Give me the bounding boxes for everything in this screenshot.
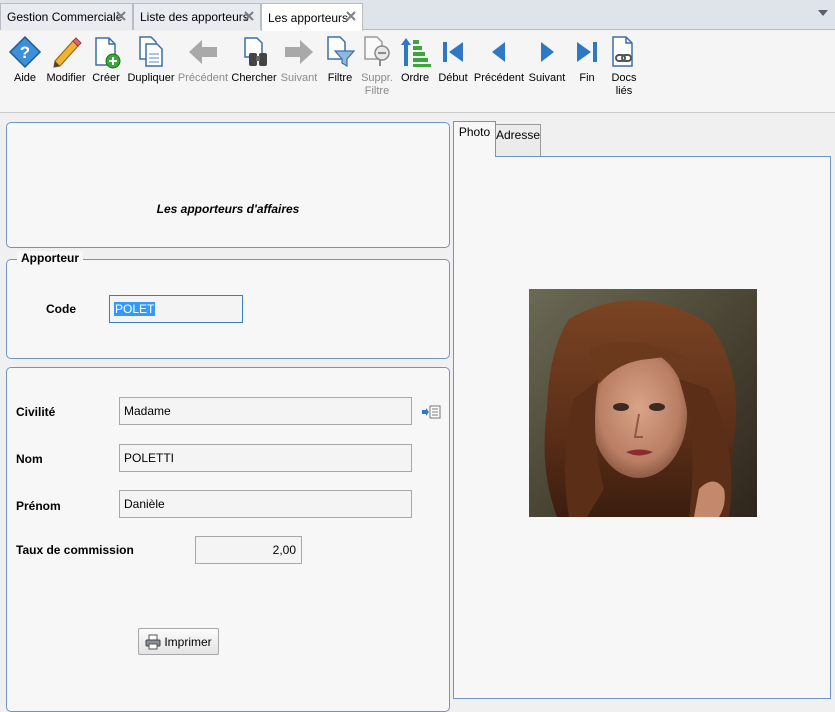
- filtre-label: Filtre: [327, 72, 353, 84]
- details-panel: Civilité Madame Nom POLETTI Prénom Daniè…: [6, 367, 450, 712]
- creer-button[interactable]: Créer: [89, 35, 123, 85]
- modifier-button[interactable]: Modifier: [45, 35, 87, 85]
- sort-icon: [401, 38, 431, 67]
- contact-photo: [529, 289, 757, 517]
- suivant-disabled-label: Suivant: [280, 72, 318, 84]
- photo-pane: [453, 156, 831, 699]
- toolbar: ? Aide Modifier Créer Dupliquer Précéden…: [0, 31, 835, 113]
- taux-label: Taux de commission: [16, 543, 134, 557]
- apporteur-legend: Apporteur: [17, 251, 83, 265]
- dupliquer-label: Dupliquer: [127, 72, 175, 84]
- docs-lies-label-line1: Docs: [611, 72, 637, 84]
- last-record-icon: [577, 42, 597, 62]
- prenom-field[interactable]: Danièle: [119, 490, 412, 518]
- duplicate-icon: [139, 36, 163, 67]
- close-icon[interactable]: [243, 10, 255, 22]
- taux-commission-field[interactable]: 2,00: [195, 536, 302, 564]
- civilite-label: Civilité: [16, 405, 56, 419]
- previous-record-icon: [492, 42, 505, 62]
- code-label: Code: [46, 302, 76, 316]
- first-record-icon: [443, 42, 463, 62]
- tab-gestion-commerciale[interactable]: Gestion Commerciale: [0, 3, 133, 30]
- page-title: Les apporteurs d'affaires: [156, 202, 300, 216]
- suivant-disabled-button[interactable]: Suivant: [279, 35, 319, 85]
- aide-button[interactable]: ? Aide: [8, 35, 42, 85]
- code-value: POLET: [114, 302, 156, 316]
- portrait-image: [529, 289, 757, 517]
- debut-label: Début: [438, 72, 468, 84]
- help-icon: ?: [8, 35, 42, 69]
- chercher-button[interactable]: Chercher: [231, 35, 277, 85]
- pencil-icon: [53, 37, 82, 68]
- suppr-filtre-button[interactable]: Suppr. Filtre: [359, 35, 395, 98]
- civilite-field[interactable]: Madame: [119, 397, 412, 425]
- fin-label: Fin: [579, 72, 595, 84]
- precedent-disabled-label: Précédent: [177, 72, 229, 84]
- tab-label: Gestion Commerciale: [7, 10, 123, 24]
- right-arrow-icon: [285, 40, 313, 64]
- debut-button[interactable]: Début: [437, 35, 469, 85]
- aide-label: Aide: [13, 72, 37, 84]
- close-icon[interactable]: [345, 10, 357, 22]
- binoculars-icon: [244, 37, 267, 66]
- left-arrow-icon: [189, 40, 217, 64]
- civilite-value: Madame: [124, 404, 171, 418]
- modifier-label: Modifier: [46, 72, 86, 84]
- nom-value: POLETTI: [124, 451, 175, 465]
- linked-docs-icon: [612, 36, 633, 67]
- close-icon[interactable]: [115, 10, 127, 22]
- imprimer-label: Imprimer: [164, 634, 212, 649]
- chercher-label: Chercher: [231, 72, 277, 84]
- taux-value: 2,00: [272, 543, 296, 557]
- ordre-button[interactable]: Ordre: [398, 35, 432, 85]
- fin-button[interactable]: Fin: [571, 35, 603, 85]
- next-record-icon: [541, 42, 554, 62]
- suppr-filtre-label-line1: Suppr.: [361, 72, 393, 84]
- tab-label: Les apporteurs: [268, 10, 349, 25]
- precedent-button[interactable]: Précédent: [473, 35, 525, 85]
- tab-les-apporteurs[interactable]: Les apporteurs: [261, 3, 363, 31]
- imprimer-button[interactable]: Imprimer: [138, 628, 219, 655]
- header-panel: Les apporteurs d'affaires: [6, 122, 450, 248]
- tab-photo[interactable]: Photo: [453, 121, 496, 157]
- ordre-label: Ordre: [400, 72, 430, 84]
- precedent-disabled-button[interactable]: Précédent: [178, 35, 228, 85]
- tab-adresse[interactable]: Adresse: [495, 124, 541, 156]
- tab-label: Liste des apporteurs: [140, 10, 249, 24]
- apporteur-group: Apporteur Code POLET: [6, 251, 450, 359]
- printer-icon: [145, 634, 161, 649]
- filtre-button[interactable]: Filtre: [324, 35, 356, 85]
- precedent-label: Précédent: [473, 72, 525, 84]
- docs-lies-button[interactable]: Docs liés: [607, 35, 641, 98]
- list-select-icon[interactable]: [421, 405, 441, 419]
- dupliquer-button[interactable]: Dupliquer: [127, 35, 175, 85]
- suivant-button[interactable]: Suivant: [528, 35, 566, 85]
- nom-label: Nom: [16, 452, 43, 466]
- tab-list-dropdown-icon[interactable]: [817, 8, 829, 18]
- tab-adresse-label: Adresse: [495, 128, 541, 142]
- document-tab-bar: Gestion Commerciale Liste des apporteurs…: [0, 0, 835, 31]
- prenom-label: Prénom: [16, 499, 61, 513]
- nom-field[interactable]: POLETTI: [119, 444, 412, 472]
- svg-text:?: ?: [20, 43, 30, 62]
- docs-lies-label-line2: liés: [615, 85, 633, 97]
- tab-photo-label: Photo: [458, 125, 491, 139]
- new-document-icon: [95, 37, 121, 69]
- suivant-label: Suivant: [528, 72, 566, 84]
- suppr-filtre-label-line2: Filtre: [364, 85, 390, 97]
- filter-icon: [327, 36, 356, 68]
- code-input[interactable]: POLET: [109, 295, 243, 323]
- remove-filter-icon: [364, 36, 390, 66]
- tab-liste-des-apporteurs[interactable]: Liste des apporteurs: [133, 3, 261, 30]
- prenom-value: Danièle: [124, 497, 165, 511]
- creer-label: Créer: [92, 72, 120, 84]
